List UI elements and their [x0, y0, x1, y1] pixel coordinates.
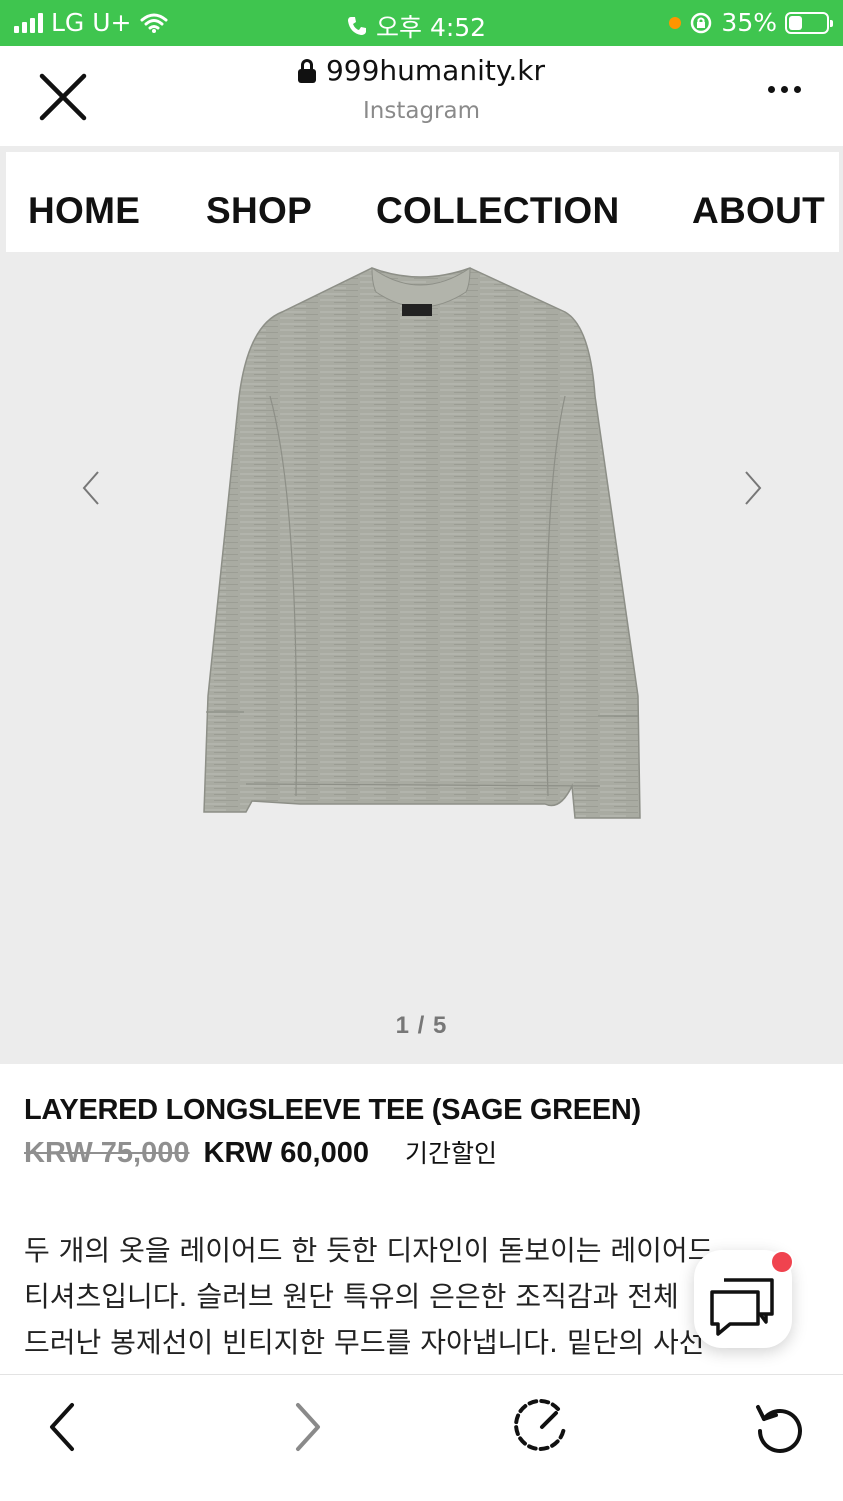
status-center: 오후 4:52: [346, 8, 486, 44]
site-nav: HOME SHOP COLLECTION ABOUT: [6, 152, 839, 252]
site-nav-container: HOME SHOP COLLECTION ABOUT: [0, 146, 843, 256]
nav-item-shop[interactable]: SHOP: [206, 190, 312, 232]
discount-badge: 기간할인: [405, 1139, 498, 1168]
forward-icon[interactable]: [276, 1397, 336, 1457]
refresh-icon[interactable]: [750, 1397, 810, 1457]
nav-item-collection[interactable]: COLLECTION: [376, 190, 619, 232]
original-price: KRW 75,000: [24, 1137, 190, 1169]
status-left: LG U+: [14, 8, 168, 37]
description-line: 드러난 봉제선이 빈티지한 무드를 자아냅니다. 밑단의 사선: [24, 1326, 705, 1359]
product-description: 두 개의 옷을 레이어드 한 듯한 디자인이 돋보이는 레이어드 티셔츠입니다.…: [24, 1228, 744, 1373]
next-image-icon[interactable]: [738, 468, 768, 508]
battery-percent: 35%: [721, 8, 777, 37]
gallery-counter: 1 / 5: [395, 1012, 448, 1039]
lock-icon: [297, 58, 316, 83]
browser-subtitle: Instagram: [362, 97, 480, 124]
status-right: 35%: [669, 8, 833, 37]
rotation-lock-icon: [691, 12, 712, 33]
battery-icon: [785, 11, 833, 34]
compass-icon[interactable]: [512, 1397, 572, 1457]
browser-toolbar: [0, 1374, 843, 1501]
wifi-icon: [140, 13, 167, 33]
product-title: LAYERED LONGSLEEVE TEE (SAGE GREEN): [24, 1094, 641, 1126]
prev-image-icon[interactable]: [76, 468, 106, 508]
product-gallery: 1 / 5: [0, 256, 843, 1064]
nav-item-about[interactable]: ABOUT: [692, 190, 825, 232]
url-text: 999humanity.kr: [325, 54, 546, 87]
status-bar: LG U+ 오후 4:52 35%: [0, 0, 843, 46]
chat-notification-badge: [770, 1250, 794, 1274]
signal-icon: [14, 12, 43, 33]
carrier-name: LG U+: [51, 8, 132, 37]
product-image[interactable]: [0, 256, 843, 896]
back-icon[interactable]: [34, 1397, 94, 1457]
description-line: 두 개의 옷을 레이어드 한 듯한 디자인이 돋보이는 레이어드: [24, 1234, 714, 1267]
url-area[interactable]: 999humanity.kr Instagram: [0, 54, 843, 124]
nav-item-home[interactable]: HOME: [28, 190, 140, 232]
status-time: 오후 4:52: [376, 13, 487, 42]
privacy-indicator-icon: [669, 16, 682, 29]
more-icon[interactable]: [768, 86, 801, 93]
description-line: 티셔츠입니다. 슬러브 원단 특유의 은은한 조직감과 전체: [24, 1280, 679, 1313]
phone-icon: [348, 17, 366, 35]
price-row: KRW 75,000 KRW 60,000 기간할인: [24, 1134, 497, 1170]
browser-header: 999humanity.kr Instagram: [0, 46, 843, 147]
sale-price: KRW 60,000: [203, 1137, 370, 1169]
